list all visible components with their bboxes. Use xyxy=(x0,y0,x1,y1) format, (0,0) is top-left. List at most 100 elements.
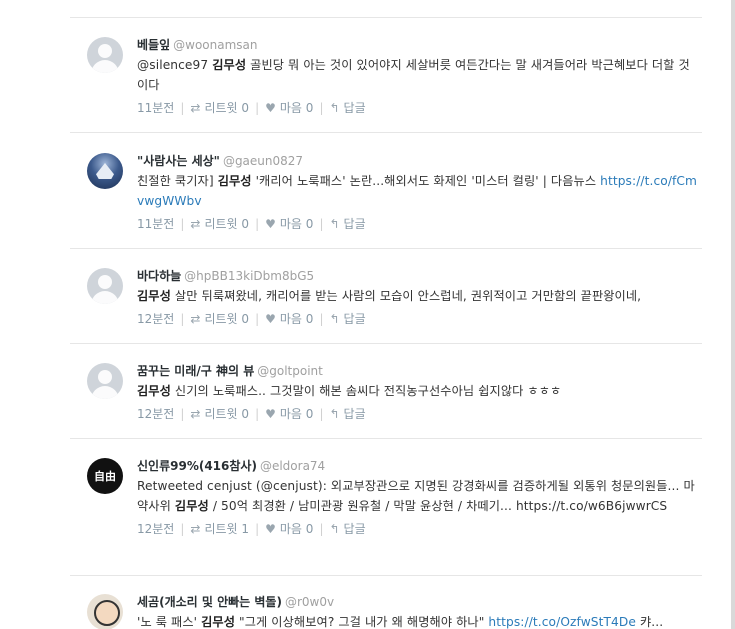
avatar-body xyxy=(91,291,119,304)
reply-button[interactable]: ↰ 답글 xyxy=(329,98,365,117)
tweet-username[interactable]: @r0w0v xyxy=(285,595,334,609)
tweet-header: 바다하늘 @hpBB13kiDbm8bG5 xyxy=(137,268,697,284)
tweet-username[interactable]: @gaeun0827 xyxy=(223,154,303,168)
tweet-actions: 12분전 | ⇄ 리트윗 0 | ♥ 마음 0 | ↰ 답글 xyxy=(137,404,697,422)
tweet-text: 김무성 신기의 노룩패스.. 그것말이 해본 솜씨다 전직농구선수아님 쉽지않다… xyxy=(137,384,562,398)
reply-icon: ↰ xyxy=(329,311,340,326)
separator: | xyxy=(180,311,185,326)
retweet-button[interactable]: ⇄ 리트윗 0 xyxy=(190,309,249,328)
heart-icon: ♥ xyxy=(265,216,276,231)
tweet-username[interactable]: @hpBB13kiDbm8bG5 xyxy=(184,269,314,283)
tweet-text: 김무성 살만 뒤룩쪄왔네, 캐리어를 받는 사람의 모습이 안스럽네, 권위적이… xyxy=(137,289,642,303)
default-avatar-icon xyxy=(98,370,112,384)
heart-icon: ♥ xyxy=(265,311,276,326)
tweet-header: 베들잎 @woonamsan xyxy=(137,37,697,53)
reply-button[interactable]: ↰ 답글 xyxy=(329,404,365,423)
like-button[interactable]: ♥ 마음 0 xyxy=(265,214,313,233)
reply-button[interactable]: ↰ 답글 xyxy=(329,309,365,328)
tweet-actions: 11분전 | ⇄ 리트윗 0 | ♥ 마음 0 | ↰ 답글 xyxy=(137,214,697,232)
separator: | xyxy=(255,521,260,536)
tweet-header: 세곰(개소리 및 안빠는 벽돌) @r0w0v xyxy=(137,594,697,610)
tweet-timestamp[interactable]: 12분전 xyxy=(137,520,174,538)
divider xyxy=(70,17,702,18)
tweet-header: "사람사는 세상" @gaeun0827 xyxy=(137,153,697,169)
tweet-fullname[interactable]: 바다하늘 xyxy=(137,269,181,283)
heart-icon: ♥ xyxy=(265,406,276,421)
tweet-text: '노 룩 패스' 김무성 "그게 이상해보여? 그걸 내가 왜 해명해야 하나"… xyxy=(137,615,664,629)
separator: | xyxy=(255,406,260,421)
like-button[interactable]: ♥ 마음 0 xyxy=(265,98,313,117)
divider xyxy=(70,343,702,344)
tweet-text: @silence97 김무성 골빈당 뭐 아는 것이 있어야지 세살버릇 여든간… xyxy=(137,58,690,92)
reply-icon: ↰ xyxy=(329,100,340,115)
avatar[interactable]: 自由 xyxy=(87,458,123,494)
tweet-actions: 11분전 | ⇄ 리트윗 0 | ♥ 마음 0 | ↰ 답글 xyxy=(137,98,697,116)
retweet-icon: ⇄ xyxy=(190,406,201,421)
tweet-fullname[interactable]: 꿈꾸는 미래/구 神의 뷰 xyxy=(137,364,254,378)
retweet-icon: ⇄ xyxy=(190,100,201,115)
avatar[interactable] xyxy=(87,268,123,304)
default-avatar-icon xyxy=(98,275,112,289)
tweet-timestamp[interactable]: 11분전 xyxy=(137,99,174,117)
reply-icon: ↰ xyxy=(329,521,340,536)
separator: | xyxy=(319,216,324,231)
tweet-timestamp[interactable]: 12분전 xyxy=(137,405,174,423)
retweet-button[interactable]: ⇄ 리트윗 0 xyxy=(190,98,249,117)
separator: | xyxy=(319,521,324,536)
retweet-icon: ⇄ xyxy=(190,521,201,536)
like-button[interactable]: ♥ 마음 0 xyxy=(265,519,313,538)
default-avatar-icon xyxy=(98,44,112,58)
tweet-actions: 12분전 | ⇄ 리트윗 0 | ♥ 마음 0 | ↰ 답글 xyxy=(137,309,697,327)
cartoon-face-icon xyxy=(94,600,120,626)
tweet-username[interactable]: @goltpoint xyxy=(257,364,323,378)
reply-icon: ↰ xyxy=(329,406,340,421)
separator: | xyxy=(180,521,185,536)
tweet-header: 신인류99%(416참사) @eldora74 xyxy=(137,458,697,474)
avatar[interactable] xyxy=(87,37,123,73)
tweet-fullname[interactable]: 신인류99%(416참사) xyxy=(137,459,257,473)
avatar-body xyxy=(91,60,119,73)
scrollbar[interactable] xyxy=(731,0,735,629)
like-button[interactable]: ♥ 마음 0 xyxy=(265,309,313,328)
retweet-icon: ⇄ xyxy=(190,311,201,326)
avatar[interactable] xyxy=(87,594,123,629)
divider xyxy=(70,438,702,439)
separator: | xyxy=(319,311,324,326)
reply-button[interactable]: ↰ 답글 xyxy=(329,214,365,233)
tweet-fullname[interactable]: 세곰(개소리 및 안빠는 벽돌) xyxy=(137,595,282,609)
reply-icon: ↰ xyxy=(329,216,340,231)
ship-icon xyxy=(96,163,114,179)
separator: | xyxy=(319,100,324,115)
separator: | xyxy=(319,406,324,421)
tweet-timestamp[interactable]: 11분전 xyxy=(137,215,174,233)
tweet-username[interactable]: @woonamsan xyxy=(173,38,257,52)
tweet-username[interactable]: @eldora74 xyxy=(260,459,325,473)
tweet-timestamp[interactable]: 12분전 xyxy=(137,310,174,328)
separator: | xyxy=(180,406,185,421)
separator: | xyxy=(180,216,185,231)
retweet-button[interactable]: ⇄ 리트윗 1 xyxy=(190,519,249,538)
tweet-header: 꿈꾸는 미래/구 神의 뷰 @goltpoint xyxy=(137,363,697,379)
heart-icon: ♥ xyxy=(265,100,276,115)
retweet-button[interactable]: ⇄ 리트윗 0 xyxy=(190,404,249,423)
separator: | xyxy=(255,100,260,115)
reply-button[interactable]: ↰ 답글 xyxy=(329,519,365,538)
retweet-button[interactable]: ⇄ 리트윗 0 xyxy=(190,214,249,233)
tweet-fullname[interactable]: 베들잎 xyxy=(137,38,170,52)
like-button[interactable]: ♥ 마음 0 xyxy=(265,404,313,423)
separator: | xyxy=(255,311,260,326)
tweet-actions: 12분전 | ⇄ 리트윗 1 | ♥ 마음 0 | ↰ 답글 xyxy=(137,519,697,537)
divider xyxy=(70,132,702,133)
scrollbar-thumb[interactable] xyxy=(731,0,735,629)
separator: | xyxy=(255,216,260,231)
avatar[interactable] xyxy=(87,153,123,189)
tweet-feed: 베들잎 @woonamsan @silence97 김무성 골빈당 뭐 아는 것이 … xyxy=(70,0,702,629)
tweet-text: 친절한 쿡기자] 김무성 '캐리어 노룩패스' 논란...해외서도 화제인 '미… xyxy=(137,174,698,208)
divider xyxy=(70,248,702,249)
retweet-icon: ⇄ xyxy=(190,216,201,231)
separator: | xyxy=(180,100,185,115)
tweet-fullname[interactable]: "사람사는 세상" xyxy=(137,154,220,168)
avatar[interactable] xyxy=(87,363,123,399)
divider xyxy=(70,575,702,576)
avatar-logo-text: 自由 xyxy=(94,470,116,483)
